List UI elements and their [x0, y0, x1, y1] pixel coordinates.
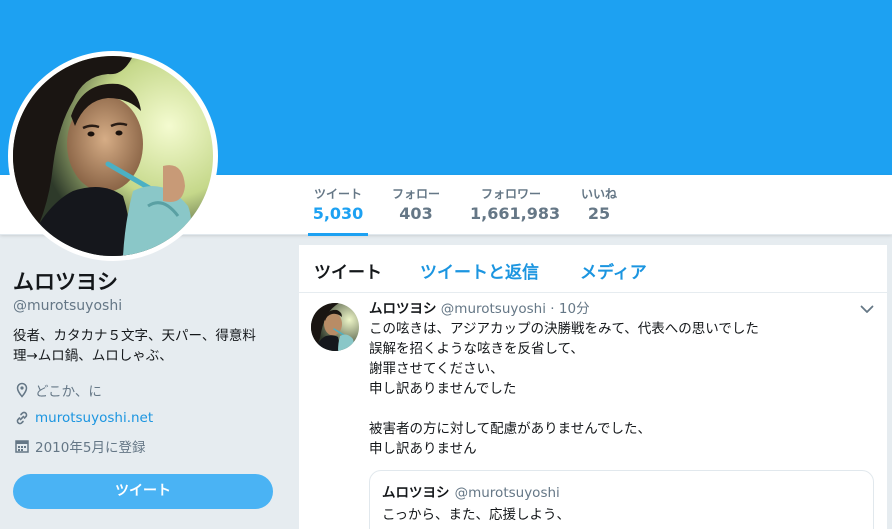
tweet-text-line: 申し訳ありません: [369, 441, 477, 457]
profile-bio: 役者、カタカナ５文字、天パー、得意料 理→ムロ鍋、ムロしゃぶ、: [13, 326, 275, 366]
tweet-separator: ·: [550, 301, 555, 317]
calendar-icon: [13, 437, 31, 455]
profile-location: どこか、に: [13, 380, 275, 400]
tweet-text-line: 被害者の方に対して配慮がありませんでした、: [369, 421, 652, 437]
stat-likes-label: いいね: [580, 187, 617, 201]
stat-likes[interactable]: いいね 25: [574, 175, 624, 235]
timeline: ツイート ツイートと返信 メディア ムロツヨシ @murotsuyoshi · …: [299, 245, 887, 529]
stat-tweets-label: ツイート: [313, 187, 362, 201]
timeline-tabs: ツイート ツイートと返信 メディア: [299, 245, 887, 293]
profile-avatar-frame: [8, 51, 218, 261]
tweet-author-handle[interactable]: @murotsuyoshi: [441, 301, 546, 317]
tweet-author-name[interactable]: ムロツヨシ: [369, 301, 437, 317]
stat-following-label: フォロー: [391, 187, 440, 201]
stat-likes-value: 25: [587, 204, 611, 223]
quoted-tweet-text: こっから、また、応援しよう、: [382, 507, 571, 523]
tweet-avatar[interactable]: [311, 303, 359, 351]
stat-followers[interactable]: フォロワー 1,661,983: [466, 175, 561, 235]
tweet-header: ムロツヨシ @murotsuyoshi · 10分: [369, 299, 590, 319]
quoted-tweet-author-handle: @murotsuyoshi: [454, 485, 560, 501]
location-pin-icon: [13, 381, 31, 399]
tab-media[interactable]: メディア: [580, 258, 647, 283]
tweet-avatar-photo: [311, 303, 359, 351]
tab-tweets[interactable]: ツイート: [314, 258, 382, 283]
chevron-down-icon[interactable]: [859, 301, 875, 317]
tweet-text-line: この呟きは、アジアカップの決勝戦をみて、代表への思いでした: [369, 321, 759, 337]
tweet-text-line: 申し訳ありませんでした: [369, 381, 517, 397]
quoted-tweet[interactable]: ムロツヨシ @murotsuyoshi こっから、また、応援しよう、: [369, 470, 874, 529]
tweet[interactable]: ムロツヨシ @murotsuyoshi · 10分 この呟きは、アジアカップの決…: [299, 293, 887, 529]
quoted-tweet-author-name: ムロツヨシ: [382, 485, 450, 501]
stat-followers-value: 1,661,983: [470, 204, 561, 223]
tweet-timestamp[interactable]: 10分: [559, 301, 590, 317]
profile-location-text: どこか、に: [35, 384, 102, 400]
avatar-photo: [13, 56, 213, 256]
tab-tweets-and-replies[interactable]: ツイートと返信: [420, 258, 539, 283]
tweet-text-line: 誤解を招くような呟きを反省して、: [369, 341, 584, 357]
profile-joined: 2010年5月に登録: [13, 436, 275, 456]
profile-avatar[interactable]: [13, 56, 213, 256]
profile-handle[interactable]: @murotsuyoshi: [13, 298, 275, 314]
stat-following[interactable]: フォロー 403: [386, 175, 446, 235]
profile-card: ムロツヨシ @murotsuyoshi 役者、カタカナ５文字、天パー、得意料 理…: [13, 268, 275, 509]
profile-website: murotsuyoshi.net: [13, 408, 275, 428]
tweet-text-line: [369, 399, 849, 419]
link-icon: [13, 409, 31, 427]
stat-followers-label: フォロワー: [480, 187, 541, 201]
profile-name[interactable]: ムロツヨシ: [13, 268, 275, 296]
tweet-to-button[interactable]: ツイート: [13, 474, 273, 509]
stat-tweets-value: 5,030: [312, 204, 364, 223]
stat-following-value: 403: [399, 204, 433, 223]
profile-joined-text: 2010年5月に登録: [35, 440, 146, 456]
profile-bio-line: 理→ムロ鍋、ムロしゃぶ、: [13, 348, 173, 364]
tweet-text: この呟きは、アジアカップの決勝戦をみて、代表への思いでした 誤解を招くような呟き…: [369, 319, 849, 459]
tweet-text-line: 謝罪させてください、: [369, 361, 504, 377]
profile-website-link[interactable]: murotsuyoshi.net: [35, 410, 153, 426]
stat-tweets[interactable]: ツイート 5,030: [308, 175, 368, 236]
profile-bio-line: 役者、カタカナ５文字、天パー、得意料: [13, 328, 256, 344]
